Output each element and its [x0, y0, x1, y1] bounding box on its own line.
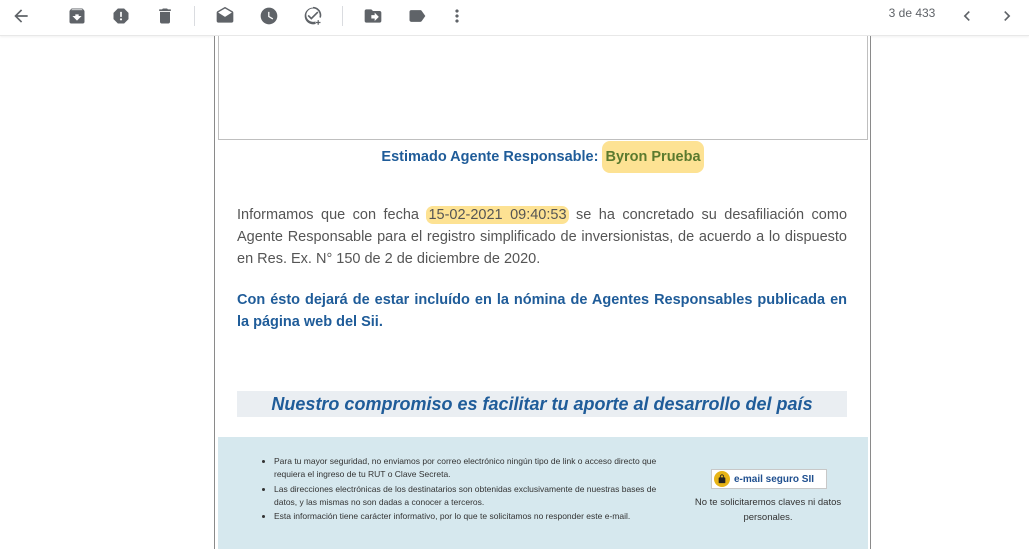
header-image-box: [218, 36, 868, 140]
toolbar-divider: [342, 6, 343, 26]
lock-icon: [714, 471, 730, 487]
mark-unread-button[interactable]: [210, 2, 240, 30]
body-date: 15-02-2021 09:40:53: [426, 206, 569, 224]
greeting: Estimado Agente Responsable: Byron Prueb…: [215, 141, 870, 173]
add-to-tasks-icon: [304, 6, 322, 25]
label-icon: [409, 10, 426, 22]
snooze-button[interactable]: [254, 2, 284, 30]
back-button[interactable]: [6, 2, 36, 30]
report-spam-button[interactable]: [106, 2, 136, 30]
message-counter: 3 de 433: [888, 6, 936, 20]
more-vert-icon: [455, 9, 459, 23]
back-arrow-icon: [14, 9, 28, 23]
body-paragraph: Informamos que con fecha 15-02-2021 09:4…: [237, 204, 847, 270]
move-to-button[interactable]: [358, 2, 388, 30]
body-prefix: Informamos que con fecha: [237, 207, 419, 223]
add-to-tasks-button[interactable]: [298, 2, 328, 30]
older-button[interactable]: [992, 2, 1022, 30]
delete-icon: [159, 8, 171, 24]
move-to-icon: [364, 9, 382, 23]
chevron-left-icon: [963, 11, 970, 21]
label-button[interactable]: [402, 2, 432, 30]
security-notes: Para tu mayor seguridad, no enviamos por…: [256, 455, 666, 525]
email-body: Estimado Agente Responsable: Byron Prueb…: [214, 36, 871, 549]
delete-button[interactable]: [150, 2, 180, 30]
bold-notice: Con ésto dejará de estar incluído en la …: [237, 292, 847, 330]
badge-caption: No te solicitaremos claves ni datos pers…: [694, 497, 842, 523]
toolbar-divider: [194, 6, 195, 26]
greeting-label: Estimado Agente Responsable:: [381, 149, 599, 165]
newer-button[interactable]: [952, 2, 982, 30]
snooze-icon: [260, 7, 278, 25]
commitment-banner: Nuestro compromiso es facilitar tu aport…: [237, 391, 847, 417]
security-note: Las direcciones electrónicas de los dest…: [274, 483, 666, 509]
recipient-name: Byron Prueba: [602, 141, 704, 173]
more-options-button[interactable]: [442, 2, 472, 30]
badge-text: e-mail seguro SII: [734, 473, 815, 485]
chevron-right-icon: [1004, 11, 1011, 21]
report-spam-icon: [113, 8, 129, 24]
secure-email-badge: e-mail seguro SII: [711, 469, 827, 489]
security-footer: Para tu mayor seguridad, no enviamos por…: [218, 437, 868, 549]
email-toolbar: 3 de 433: [0, 0, 1029, 36]
security-note: Para tu mayor seguridad, no enviamos por…: [274, 455, 666, 481]
mark-unread-icon: [216, 6, 234, 23]
archive-button[interactable]: [62, 2, 92, 30]
archive-icon: [69, 8, 85, 24]
security-note: Esta información tiene carácter informat…: [274, 510, 666, 523]
